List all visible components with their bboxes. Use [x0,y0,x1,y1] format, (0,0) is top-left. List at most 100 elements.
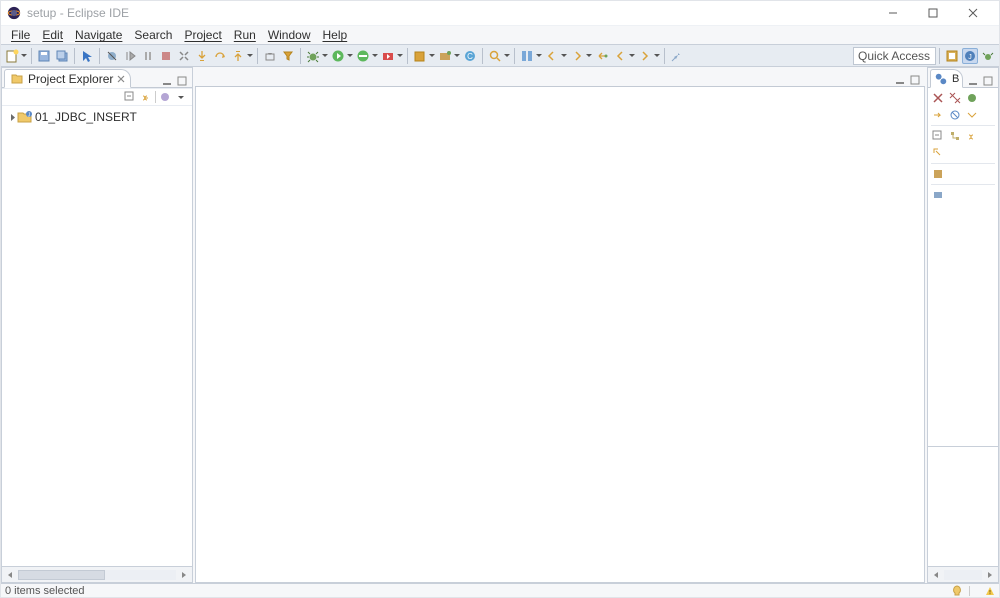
svg-text:C: C [467,52,473,61]
external-run-dropdown[interactable] [397,48,403,64]
menu-file[interactable]: File [5,26,36,44]
suspend-button[interactable] [140,48,156,64]
new-package-button[interactable] [437,48,453,64]
last-edit-button[interactable] [594,48,610,64]
menu-help[interactable]: Help [317,26,354,44]
new-button[interactable] [4,48,20,64]
menu-run[interactable]: Run [228,26,262,44]
minimize-editor-icon[interactable] [894,74,906,86]
step-over-button[interactable] [212,48,228,64]
menu-edit[interactable]: Edit [36,26,69,44]
tree-row[interactable]: J 01_JDBC_INSERT [2,108,192,126]
drop-to-frame-button[interactable] [262,48,278,64]
skip-icon[interactable] [948,108,962,122]
toggle-mark-button[interactable] [519,48,535,64]
show-icon[interactable] [965,91,979,105]
goto-icon[interactable] [931,108,945,122]
forward-dropdown[interactable] [654,48,660,64]
save-all-button[interactable] [54,48,70,64]
search-dropdown[interactable] [504,48,510,64]
quick-access-input[interactable]: Quick Access [853,47,936,65]
disconnect-button[interactable] [176,48,192,64]
tree-icon[interactable] [948,129,962,143]
window-title: setup - Eclipse IDE [27,6,129,20]
outline-label: B [952,73,959,85]
skip-breakpoints-button[interactable] [104,48,120,64]
menu-project[interactable]: Project [178,26,227,44]
link-icon[interactable] [965,129,979,143]
run-dropdown[interactable] [347,48,353,64]
step-return-button[interactable] [230,48,246,64]
maximize-view-icon[interactable] [176,75,188,87]
run-button[interactable] [330,48,346,64]
pin-icon[interactable] [931,188,945,202]
debug-button[interactable] [305,48,321,64]
new-java-dropdown[interactable] [429,48,435,64]
pin-editor-button[interactable] [669,48,685,64]
maximize-editor-icon[interactable] [909,74,921,86]
minimize-right-icon[interactable] [967,75,979,87]
project-explorer-tab[interactable]: Project Explorer [4,69,131,88]
more-icon[interactable] [931,146,945,160]
project-name: 01_JDBC_INSERT [35,110,137,124]
external-run-button[interactable] [380,48,396,64]
minimize-button[interactable] [873,2,913,24]
back-dropdown[interactable] [629,48,635,64]
maximize-button[interactable] [913,2,953,24]
forward-button[interactable] [637,48,653,64]
open-type-button[interactable]: C [462,48,478,64]
coverage-dropdown[interactable] [372,48,378,64]
new-package-dropdown[interactable] [454,48,460,64]
java-perspective-button[interactable]: J [962,48,978,64]
collapse-all-icon[interactable] [123,90,137,104]
step-filters-button[interactable] [280,48,296,64]
right-scrollbar[interactable] [928,566,998,582]
remove-icon[interactable] [931,91,945,105]
link-with-editor-icon[interactable] [139,90,153,104]
editor-body[interactable] [195,87,925,583]
title-bar: setup - Eclipse IDE [1,1,999,25]
close-tab-icon[interactable] [117,75,125,83]
debug-dropdown[interactable] [322,48,328,64]
breakpoints-icon [934,72,948,86]
new-java-class-button[interactable] [412,48,428,64]
annotation-next-button[interactable] [569,48,585,64]
tip-icon[interactable] [951,585,963,597]
debug-perspective-button[interactable] [980,48,996,64]
terminate-button[interactable] [158,48,174,64]
annotation-prev-dropdown[interactable] [561,48,567,64]
step-dropdown[interactable] [247,48,253,64]
close-button[interactable] [953,2,993,24]
view-menu-icon[interactable] [174,90,188,104]
expand-icon[interactable] [965,108,979,122]
add-icon[interactable] [931,167,945,181]
search-button[interactable] [487,48,503,64]
cursor-icon[interactable] [79,48,95,64]
project-tree[interactable]: J 01_JDBC_INSERT [2,106,192,566]
toggle-mark-dropdown[interactable] [536,48,542,64]
maximize-right-icon[interactable] [982,75,994,87]
project-explorer-label: Project Explorer [28,72,113,86]
annotation-next-dropdown[interactable] [586,48,592,64]
annotation-prev-button[interactable] [544,48,560,64]
open-perspective-button[interactable] [944,48,960,64]
menu-search[interactable]: Search [128,26,178,44]
minimize-view-icon[interactable] [161,75,173,87]
remove-all-icon[interactable] [948,91,962,105]
menu-window[interactable]: Window [262,26,317,44]
horizontal-scrollbar[interactable] [2,566,192,582]
collapse-icon[interactable] [931,129,945,143]
java-project-icon: J [17,110,33,124]
focus-task-icon[interactable] [158,90,172,104]
coverage-button[interactable] [355,48,371,64]
resume-button[interactable] [122,48,138,64]
new-dropdown[interactable] [21,48,27,64]
menu-navigate[interactable]: Navigate [69,26,128,44]
back-button[interactable] [612,48,628,64]
warning-icon[interactable] [985,586,995,596]
outline-tab[interactable]: B [930,69,963,88]
menu-bar: File Edit Navigate Search Project Run Wi… [1,25,999,45]
save-button[interactable] [36,48,52,64]
expand-arrow-icon[interactable] [8,113,17,122]
step-into-button[interactable] [194,48,210,64]
